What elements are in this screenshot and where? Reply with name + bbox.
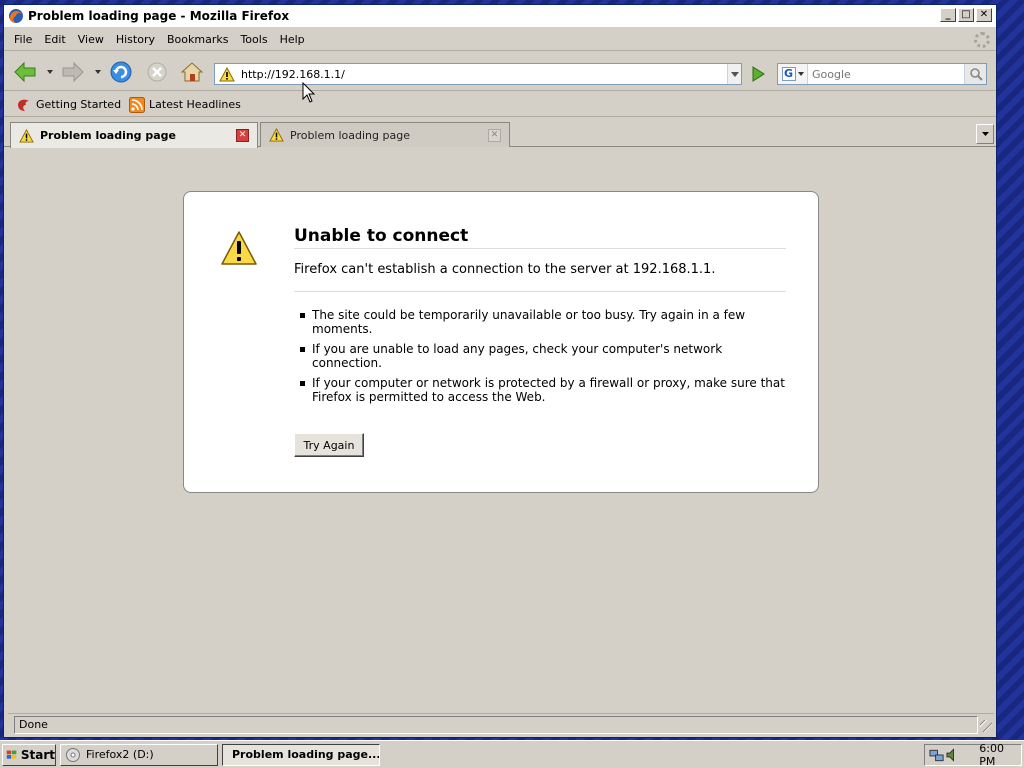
tab-problem-loading-inactive[interactable]: Problem loading page ✕ (260, 122, 510, 147)
warning-large-icon (221, 231, 257, 265)
error-panel: Unable to connect Firefox can't establis… (183, 191, 819, 493)
go-arrow-icon (752, 66, 765, 82)
rss-feed-icon (129, 96, 146, 113)
stop-icon (147, 62, 167, 82)
forward-arrow-icon (62, 61, 84, 83)
error-reasons-list: The site could be temporarily unavailabl… (294, 308, 786, 410)
home-icon (180, 62, 204, 82)
tab-list-button[interactable] (976, 124, 994, 144)
list-item: If you are unable to load any pages, che… (294, 342, 786, 370)
search-engine-selector[interactable]: G (778, 64, 808, 84)
tab-label: Problem loading page (40, 129, 177, 142)
chevron-down-icon (981, 132, 989, 136)
maximize-button[interactable]: □ (958, 8, 974, 22)
taskbar-item-firefox2-drive[interactable]: Firefox2 (D:) (60, 743, 218, 766)
search-button[interactable] (964, 64, 986, 84)
list-item: If your computer or network is protected… (294, 376, 786, 404)
page-content: Unable to connect Firefox can't establis… (8, 148, 976, 710)
navigation-toolbar: G (4, 53, 996, 91)
reload-icon (110, 61, 132, 83)
mouse-cursor-icon (302, 82, 316, 103)
url-bar[interactable] (214, 63, 742, 85)
forward-history-dropdown[interactable] (95, 70, 101, 74)
url-input[interactable] (241, 67, 721, 81)
back-arrow-icon (14, 61, 36, 83)
menu-tools[interactable]: Tools (234, 33, 273, 46)
tab-label: Problem loading page (290, 128, 410, 142)
try-again-button[interactable]: Try Again (294, 433, 364, 457)
error-description: Firefox can't establish a connection to … (294, 262, 786, 292)
home-button[interactable] (179, 59, 205, 85)
warning-icon (219, 66, 235, 81)
taskbar-item-problem-loading[interactable]: Problem loading page... (222, 743, 380, 766)
magnifier-icon (969, 68, 983, 81)
drive-icon (66, 747, 80, 762)
bookmark-label: Getting Started (36, 98, 122, 111)
forward-button[interactable] (60, 59, 86, 85)
bookmark-getting-started[interactable]: Getting Started (16, 97, 121, 113)
status-text: Done (14, 715, 978, 734)
google-icon: G (781, 67, 796, 81)
windows-logo-icon (6, 750, 17, 759)
status-bar: Done (8, 713, 994, 735)
menu-history[interactable]: History (110, 33, 161, 46)
menu-view[interactable]: View (72, 33, 110, 46)
bookmarks-toolbar: Getting Started Latest Headlines (4, 93, 996, 117)
start-button[interactable]: Start (2, 743, 56, 766)
minimize-button[interactable]: _ (940, 8, 956, 22)
network-tray-icon[interactable] (929, 747, 944, 763)
taskbar-item-label: Problem loading page... (232, 748, 380, 761)
menu-edit[interactable]: Edit (38, 33, 71, 46)
close-window-button[interactable]: ✕ (976, 8, 992, 22)
list-item: The site could be temporarily unavailabl… (294, 308, 786, 336)
menu-bookmarks[interactable]: Bookmarks (161, 33, 234, 46)
resize-grip-icon[interactable] (980, 720, 992, 732)
throbber-icon (974, 32, 990, 48)
menu-help[interactable]: Help (274, 33, 311, 46)
chevron-down-icon (730, 71, 739, 77)
window-title: Problem loading page - Mozilla Firefox (28, 9, 290, 23)
menu-bar: File Edit View History Bookmarks Tools H… (4, 29, 996, 51)
bookmark-label: Latest Headlines (149, 98, 241, 111)
close-tab-icon[interactable]: ✕ (236, 129, 249, 142)
system-tray: 6:00 PM (924, 742, 1022, 768)
close-tab-icon[interactable]: ✕ (488, 129, 501, 142)
taskbar-item-label: Firefox2 (D:) (86, 748, 154, 761)
title-bar[interactable]: Problem loading page - Mozilla Firefox _… (4, 5, 996, 27)
url-history-dropdown[interactable] (727, 64, 741, 84)
firefox-bookmark-icon (18, 99, 29, 111)
taskbar: Start Firefox2 (D:) Problem loading page… (0, 740, 1024, 768)
start-label: Start (20, 747, 55, 762)
firefox-window: Problem loading page - Mozilla Firefox _… (3, 4, 997, 738)
error-title: Unable to connect (294, 226, 786, 249)
firefox-logo-icon (9, 9, 23, 23)
menu-file[interactable]: File (8, 33, 38, 46)
clock: 6:00 PM (979, 742, 1004, 768)
bookmark-latest-headlines[interactable]: Latest Headlines (129, 96, 241, 113)
tab-problem-loading-active[interactable]: Problem loading page ✕ (10, 122, 258, 148)
volume-tray-icon[interactable] (946, 748, 959, 762)
reload-button[interactable] (108, 59, 134, 85)
back-history-dropdown[interactable] (47, 70, 53, 74)
warning-icon (19, 128, 34, 143)
back-button[interactable] (12, 59, 38, 85)
chevron-down-icon (797, 72, 804, 76)
search-bar[interactable]: G (777, 63, 987, 85)
tab-bar: Problem loading page ✕ Problem loading p… (4, 119, 996, 148)
go-button[interactable] (748, 65, 768, 83)
search-input[interactable] (812, 67, 962, 81)
warning-icon (269, 128, 284, 142)
stop-button[interactable] (144, 59, 170, 85)
